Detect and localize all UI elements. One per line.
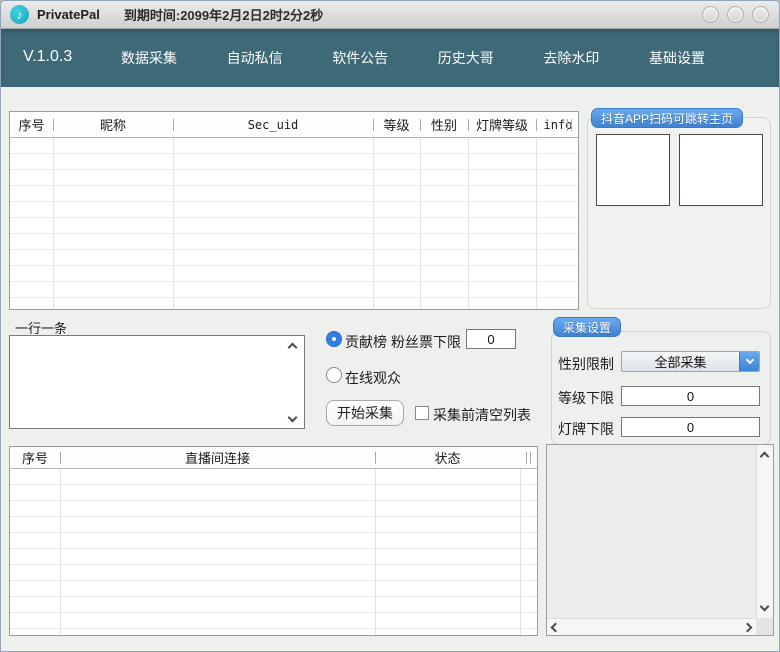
scroll-right-icon[interactable] [742,622,753,632]
qr-code-box-left [596,134,670,206]
gender-limit-select[interactable]: 全部采集 [621,351,760,372]
clear-before-collect-label: 采集前清空列表 [433,407,531,423]
nav-item-history[interactable]: 历史大哥 [426,40,506,76]
room-table-header[interactable]: 序号 直播间连接 状态 [10,447,537,469]
radio-contribution-label[interactable]: 贡献榜 [345,332,387,352]
scroll-up-icon[interactable] [759,451,770,462]
col-header-room-link[interactable]: 直播间连接 [60,448,375,467]
lamp-min-label: 灯牌下限 [558,421,614,437]
horizontal-scrollbar[interactable] [547,618,756,635]
col-header-gender[interactable]: 性别 [420,115,468,134]
minimize-button[interactable] [702,6,719,23]
user-table-header[interactable]: 序号 昵称 Sec_uid 等级 性别 灯牌等级 info [10,112,578,138]
scrollbar-corner [756,618,773,635]
level-min-input[interactable] [621,386,760,406]
close-button[interactable] [752,6,769,23]
start-collect-button[interactable]: 开始采集 [326,400,404,426]
col-header-room-status[interactable]: 状态 [375,448,520,467]
scroll-left-icon[interactable] [550,622,561,632]
col-header-level[interactable]: 等级 [373,115,420,134]
room-table: 序号 直播间连接 状态 [9,446,538,636]
gender-limit-label: 性别限制 [558,356,614,372]
scroll-down-icon[interactable] [759,601,770,612]
expiry-time-text: 到期时间:2099年2月2日2时2分2秒 [123,8,324,23]
dropdown-chevron-icon[interactable] [739,352,759,371]
nav-item-settings[interactable]: 基础设置 [637,40,717,76]
log-panel [546,444,774,636]
level-min-label: 等级下限 [558,390,614,406]
radio-online-label[interactable]: 在线观众 [345,368,401,388]
user-table: 序号 昵称 Sec_uid 等级 性别 灯牌等级 info [9,111,579,310]
version-label: V.1.0.3 [23,48,73,65]
nav-bar: V.1.0.3 数据采集 自动私信 软件公告 历史大哥 去除水印 基础设置 [1,29,779,87]
col-header-nickname[interactable]: 昵称 [53,115,173,134]
nav-item-announcement[interactable]: 软件公告 [320,40,400,76]
col-header-room-index[interactable]: 序号 [10,448,60,467]
lamp-min-input[interactable] [621,417,760,437]
gender-limit-selected-value: 全部采集 [654,355,707,370]
vertical-scrollbar[interactable] [756,445,773,618]
user-table-body[interactable] [10,138,578,309]
qr-panel-title-badge: 抖音APP扫码可跳转主页 [591,108,744,128]
radio-contribution-rank[interactable] [326,331,342,347]
qr-code-box-right [679,134,763,206]
room-table-body[interactable] [10,469,537,635]
title-bar: ♪ PrivatePal 到期时间:2099年2月2日2时2分2秒 [1,1,779,29]
col-header-index[interactable]: 序号 [10,115,53,134]
app-window: ♪ PrivatePal 到期时间:2099年2月2日2时2分2秒 V.1.0.… [0,0,780,652]
radio-online-viewers[interactable] [326,367,342,383]
fan-ticket-label: 粉丝票下限 [391,334,461,350]
app-title: PrivatePal [37,7,100,22]
maximize-button[interactable] [727,6,744,23]
nav-item-data-collect[interactable]: 数据采集 [109,40,189,76]
app-logo-music-note-icon: ♪ [10,5,29,24]
fan-ticket-input[interactable] [466,329,516,349]
room-links-textarea[interactable] [9,335,305,429]
clear-before-collect-checkbox[interactable] [415,406,429,420]
collect-settings-title-badge: 采集设置 [553,317,622,337]
nav-item-watermark[interactable]: 去除水印 [531,40,611,76]
nav-item-auto-message[interactable]: 自动私信 [215,40,295,76]
col-header-lamp-level[interactable]: 灯牌等级 [468,115,536,134]
col-header-secuid[interactable]: Sec_uid [173,118,373,132]
col-header-info[interactable]: info [536,118,580,132]
